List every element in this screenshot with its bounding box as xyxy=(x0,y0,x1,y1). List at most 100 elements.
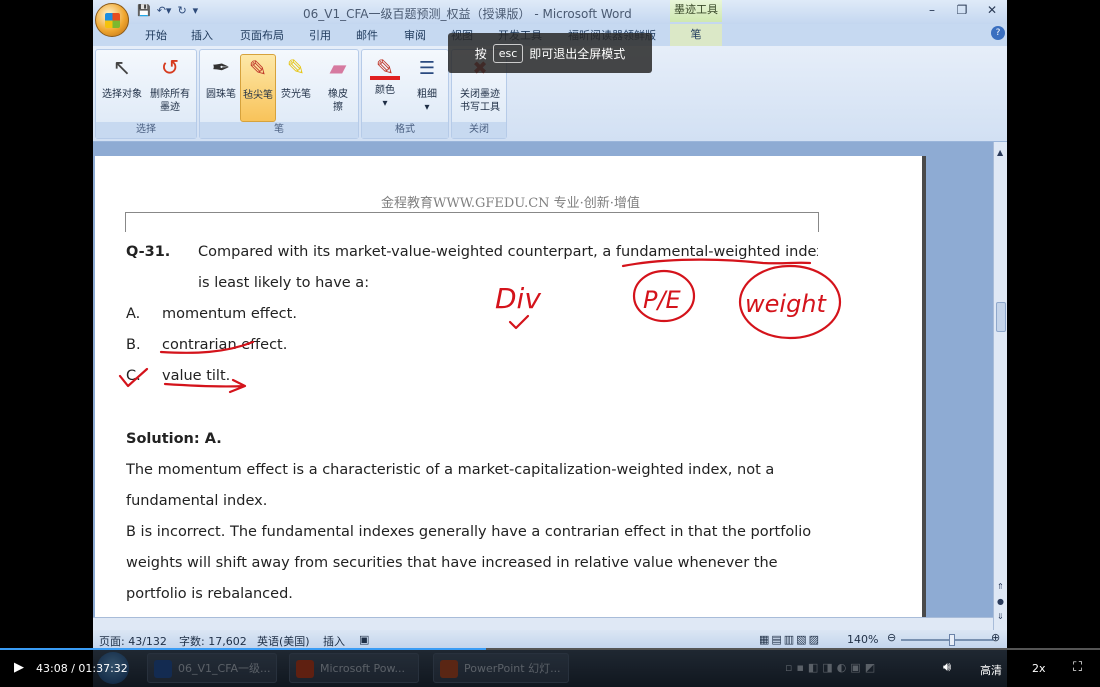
felt-tip-pen-button[interactable]: ✎ 毡尖笔 xyxy=(240,54,276,122)
document-page[interactable]: 金程教育WWW.GFEDU.CN 专业·创新·增值 Q-31. Compared… xyxy=(95,156,926,630)
tab-insert[interactable]: 插入 xyxy=(191,27,213,43)
fullscreen-tip-pre: 按 xyxy=(474,46,487,61)
help-icon[interactable]: ? xyxy=(991,26,1005,40)
color-label: 颜色 xyxy=(375,85,395,96)
word-app-icon xyxy=(154,660,172,678)
thickness-dropdown-icon: ▾ xyxy=(424,102,430,113)
redo-icon[interactable]: ↻ xyxy=(177,4,186,17)
speed-button[interactable]: 2x xyxy=(1032,662,1046,675)
ballpoint-pen-label: 圆珠笔 xyxy=(206,89,236,100)
restore-button[interactable]: ❐ xyxy=(947,0,977,20)
macro-record-icon[interactable]: ▣ xyxy=(359,633,369,646)
group-pen: ✒ 圆珠笔 ✎ 毡尖笔 ✎ 荧光笔 ▰ 橡皮擦 笔 xyxy=(199,49,359,139)
group-pen-label: 笔 xyxy=(200,122,358,138)
powerpoint-app-icon xyxy=(296,660,314,678)
task-powerpoint[interactable]: Microsoft Pow... xyxy=(289,653,419,683)
status-bar: 页面: 43/132 字数: 17,602 英语(美国) 插入 ▣ ▦▤▥▧▨ … xyxy=(93,630,1007,650)
solution-line-3: B is incorrect. The fundamental indexes … xyxy=(126,524,812,540)
fullscreen-exit-tip: 按 esc 即可退出全屏模式 xyxy=(448,33,652,73)
select-objects-label: 选择对象 xyxy=(102,89,142,100)
felt-tip-pen-label: 毡尖笔 xyxy=(243,90,273,101)
eraser-button[interactable]: ▰ 橡皮擦 xyxy=(320,54,356,114)
highlighter-label: 荧光笔 xyxy=(281,89,311,100)
undo-icon[interactable]: ↶▾ xyxy=(157,4,172,17)
color-button[interactable]: ✎ 颜色 ▾ xyxy=(366,54,404,110)
close-button[interactable]: ✕ xyxy=(977,0,1007,20)
volume-icon[interactable]: 🔊︎ xyxy=(943,660,951,675)
zoom-slider[interactable] xyxy=(901,634,993,646)
task-powerpoint-label: Microsoft Pow... xyxy=(320,662,406,675)
fullscreen-tip-post: 即可退出全屏模式 xyxy=(529,46,626,61)
video-progress-bar[interactable] xyxy=(0,648,1100,650)
ink-text-pe: P/E xyxy=(643,286,682,314)
solution-line-2: fundamental index. xyxy=(126,493,268,509)
task-slideshow-label: PowerPoint 幻灯... xyxy=(464,662,561,675)
close-ink-tools-label: 关闭墨迹书写工具 xyxy=(460,89,500,113)
quick-access-toolbar: 💾 ↶▾ ↻ ▾ xyxy=(137,4,198,17)
word-window: 💾 ↶▾ ↻ ▾ 06_V1_CFA一级百题预测_权益（授课版） - Micro… xyxy=(93,0,1007,687)
pen-color-icon: ✎ xyxy=(370,54,400,81)
zoom-slider-knob[interactable] xyxy=(949,634,955,646)
ballpoint-pen-button[interactable]: ✒ 圆珠笔 xyxy=(203,54,239,101)
solution-label: Solution: A. xyxy=(126,431,222,447)
vertical-scrollbar[interactable]: ▲ ⇑ ● ⇓ xyxy=(993,142,1007,630)
thickness-label: 粗细 xyxy=(417,89,437,100)
system-tray-icons[interactable]: ▫▪◧◨◐▣◩ xyxy=(785,661,879,674)
delete-all-ink-button[interactable]: ↺ 删除所有墨迹 xyxy=(146,54,194,114)
scroll-up-icon[interactable]: ▲ xyxy=(997,148,1003,157)
quality-button[interactable]: 高清 xyxy=(980,662,1002,678)
status-word-count[interactable]: 字数: 17,602 xyxy=(179,633,247,649)
ballpoint-pen-icon: ✒ xyxy=(211,56,231,81)
group-select-label: 选择 xyxy=(96,122,196,138)
save-icon[interactable]: 💾 xyxy=(137,4,151,17)
task-word-label: 06_V1_CFA一级... xyxy=(178,662,271,675)
document-area: 金程教育WWW.GFEDU.CN 专业·创新·增值 Q-31. Compared… xyxy=(93,142,993,630)
group-close-label: 关闭 xyxy=(452,122,506,138)
option-c-letter: C. xyxy=(126,368,141,384)
solution-line-4: weights will shift away from securities … xyxy=(126,555,778,571)
erase-ink-icon: ↺ xyxy=(160,56,180,81)
tab-references[interactable]: 引用 xyxy=(309,27,331,43)
arrow-cursor-icon: ↖ xyxy=(112,56,132,81)
task-slideshow[interactable]: PowerPoint 幻灯... xyxy=(433,653,569,683)
next-page-icon[interactable]: ⇓ xyxy=(997,612,1004,621)
group-format: ✎ 颜色 ▾ ☰ 粗细 ▾ 格式 xyxy=(361,49,449,139)
title-bar: 💾 ↶▾ ↻ ▾ 06_V1_CFA一级百题预测_权益（授课版） - Micro… xyxy=(93,0,1007,24)
tab-home[interactable]: 开始 xyxy=(145,27,167,43)
tab-pen[interactable]: 笔 xyxy=(670,24,722,46)
office-logo-icon xyxy=(105,13,120,28)
color-dropdown-icon: ▾ xyxy=(382,98,388,109)
tab-page-layout[interactable]: 页面布局 xyxy=(240,27,284,43)
eraser-icon: ▰ xyxy=(329,56,347,81)
question-line-2: is least likely to have a: xyxy=(198,275,370,291)
status-page[interactable]: 页面: 43/132 xyxy=(99,633,167,649)
video-time: 43:08 / 01:37:32 xyxy=(36,662,128,675)
status-language[interactable]: 英语(美国) xyxy=(257,633,310,649)
minimize-button[interactable]: – xyxy=(917,0,947,20)
scroll-thumb[interactable] xyxy=(996,302,1006,332)
option-b-letter: B. xyxy=(126,337,141,353)
solution-line-5: portfolio is rebalanced. xyxy=(126,586,293,602)
browse-object-icon[interactable]: ● xyxy=(997,597,1004,606)
highlighter-button[interactable]: ✎ 荧光笔 xyxy=(278,54,314,101)
office-button[interactable] xyxy=(95,3,129,37)
tab-review[interactable]: 审阅 xyxy=(404,27,426,43)
eraser-label: 橡皮擦 xyxy=(328,89,348,113)
slideshow-app-icon xyxy=(440,660,458,678)
zoom-out-icon[interactable]: ⊖ xyxy=(887,631,896,644)
zoom-in-icon[interactable]: ⊕ xyxy=(991,631,1000,644)
horizontal-scrollbar[interactable] xyxy=(93,617,993,630)
view-mode-icons[interactable]: ▦▤▥▧▨ xyxy=(759,633,821,646)
status-insert-mode[interactable]: 插入 xyxy=(323,633,345,649)
status-zoom[interactable]: 140% xyxy=(847,633,878,646)
felt-tip-pen-icon: ✎ xyxy=(248,57,268,82)
customize-qat-icon[interactable]: ▾ xyxy=(193,4,199,17)
play-icon[interactable]: ▶ xyxy=(14,660,24,675)
task-word[interactable]: 06_V1_CFA一级... xyxy=(147,653,277,683)
fullscreen-icon[interactable]: ⛶ xyxy=(1073,660,1082,675)
ink-underline-fundamental xyxy=(621,258,812,268)
prev-page-icon[interactable]: ⇑ xyxy=(997,582,1004,591)
thickness-button[interactable]: ☰ 粗细 ▾ xyxy=(408,54,446,114)
select-objects-button[interactable]: ↖ 选择对象 xyxy=(99,54,145,101)
tab-mailings[interactable]: 邮件 xyxy=(356,27,378,43)
